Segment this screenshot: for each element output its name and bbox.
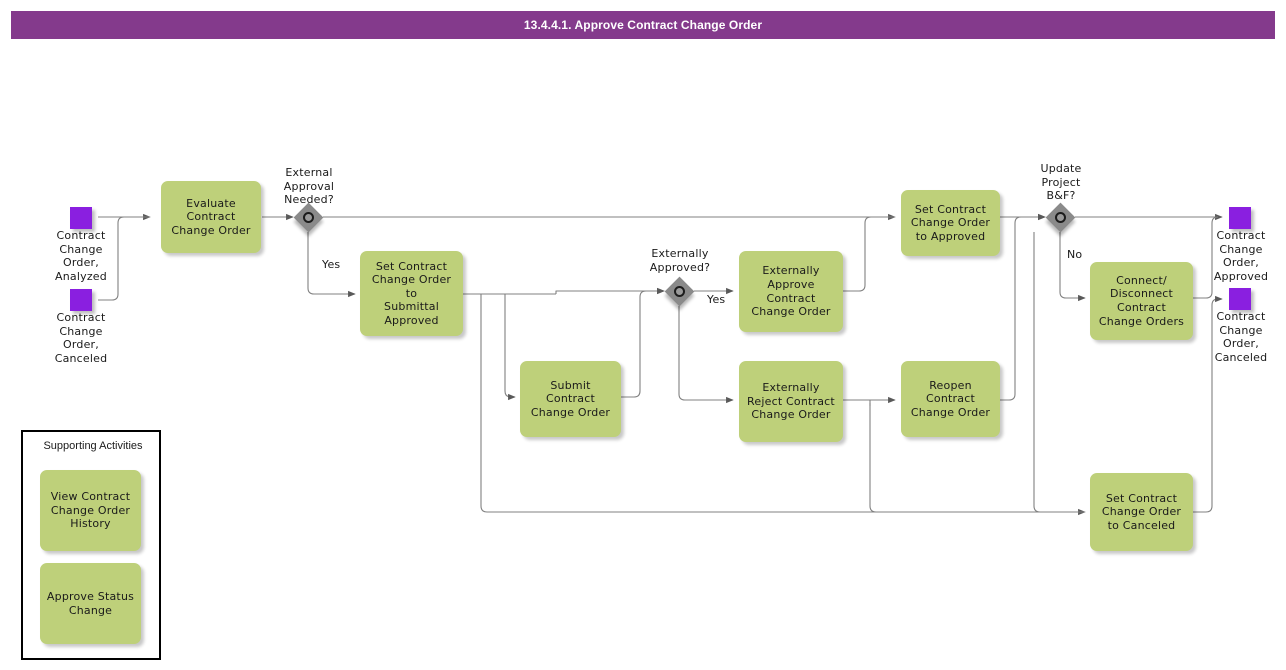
start-event-analyzed-label: Contract Change Order, Analyzed bbox=[55, 229, 107, 283]
diagram-title-bar: 13.4.4.1. Approve Contract Change Order bbox=[11, 11, 1275, 39]
page-title: 13.4.4.1. Approve Contract Change Order bbox=[523, 18, 763, 32]
task-set-contract-change-order-to-canceled[interactable]: Set Contract Change Order to Canceled bbox=[1090, 473, 1193, 551]
gateway-update-project-bf-label: Update Project B&F? bbox=[1040, 162, 1082, 203]
task-label: Externally Approve Contract Change Order bbox=[751, 264, 831, 319]
gateway-external-approval-needed[interactable] bbox=[293, 202, 324, 233]
task-label: Approve Status Change bbox=[46, 589, 135, 617]
flow-label-yes-external-approval: Yes bbox=[322, 258, 341, 271]
gateway-ring-icon bbox=[303, 212, 314, 223]
gateway-external-approval-needed-label: External Approval Needed? bbox=[283, 166, 335, 207]
start-event-contract-change-order-canceled[interactable] bbox=[70, 289, 92, 311]
gateway-update-project-bf[interactable] bbox=[1045, 202, 1076, 233]
task-externally-approve-contract-change-order[interactable]: Externally Approve Contract Change Order bbox=[739, 251, 843, 332]
task-evaluate-contract-change-order[interactable]: Evaluate Contract Change Order bbox=[161, 181, 261, 253]
gateway-ring-icon bbox=[1055, 212, 1066, 223]
diagram-canvas: 13.4.4.1. Approve Contract Change Order bbox=[0, 0, 1286, 670]
task-label: View Contract Change Order History bbox=[50, 490, 131, 531]
flow-label-no-update-project: No bbox=[1067, 248, 1083, 261]
task-externally-reject-contract-change-order[interactable]: Externally Reject Contract Change Order bbox=[739, 361, 843, 442]
gateway-ring-icon bbox=[674, 286, 685, 297]
task-label: Set Contract Change Order to Canceled bbox=[1101, 491, 1182, 532]
task-label: Set Contract Change Order to Approved bbox=[910, 202, 991, 243]
task-label: Evaluate Contract Change Order bbox=[171, 196, 251, 237]
end-event-contract-change-order-canceled[interactable] bbox=[1229, 288, 1251, 310]
end-event-approved-label: Contract Change Order, Approved bbox=[1213, 229, 1269, 283]
gateway-externally-approved[interactable] bbox=[664, 276, 695, 307]
task-submit-contract-change-order[interactable]: Submit Contract Change Order bbox=[520, 361, 621, 437]
task-label: Externally Reject Contract Change Order bbox=[747, 381, 835, 422]
flow-label-yes-externally-approved: Yes bbox=[707, 293, 726, 306]
start-event-canceled-label: Contract Change Order, Canceled bbox=[54, 311, 108, 365]
task-view-contract-change-order-history[interactable]: View Contract Change Order History bbox=[40, 470, 141, 551]
gateway-externally-approved-label: Externally Approved? bbox=[649, 247, 711, 274]
task-label: Submit Contract Change Order bbox=[530, 378, 611, 419]
task-label: Reopen Contract Change Order bbox=[910, 378, 991, 419]
start-event-contract-change-order-analyzed[interactable] bbox=[70, 207, 92, 229]
supporting-activities-title: Supporting Activities bbox=[43, 440, 143, 452]
task-reopen-contract-change-order[interactable]: Reopen Contract Change Order bbox=[901, 361, 1000, 437]
end-event-contract-change-order-approved[interactable] bbox=[1229, 207, 1251, 229]
task-label: Connect/ Disconnect Contract Change Orde… bbox=[1098, 273, 1185, 328]
task-connect-disconnect-contract-change-orders[interactable]: Connect/ Disconnect Contract Change Orde… bbox=[1090, 262, 1193, 340]
task-approve-status-change[interactable]: Approve Status Change bbox=[40, 563, 141, 644]
task-label: Set Contract Change Order to Submittal A… bbox=[371, 259, 452, 327]
task-set-contract-change-order-to-submittal-approved[interactable]: Set Contract Change Order to Submittal A… bbox=[360, 251, 463, 336]
end-event-canceled-label: Contract Change Order, Canceled bbox=[1214, 310, 1268, 364]
task-set-contract-change-order-to-approved[interactable]: Set Contract Change Order to Approved bbox=[901, 190, 1000, 256]
